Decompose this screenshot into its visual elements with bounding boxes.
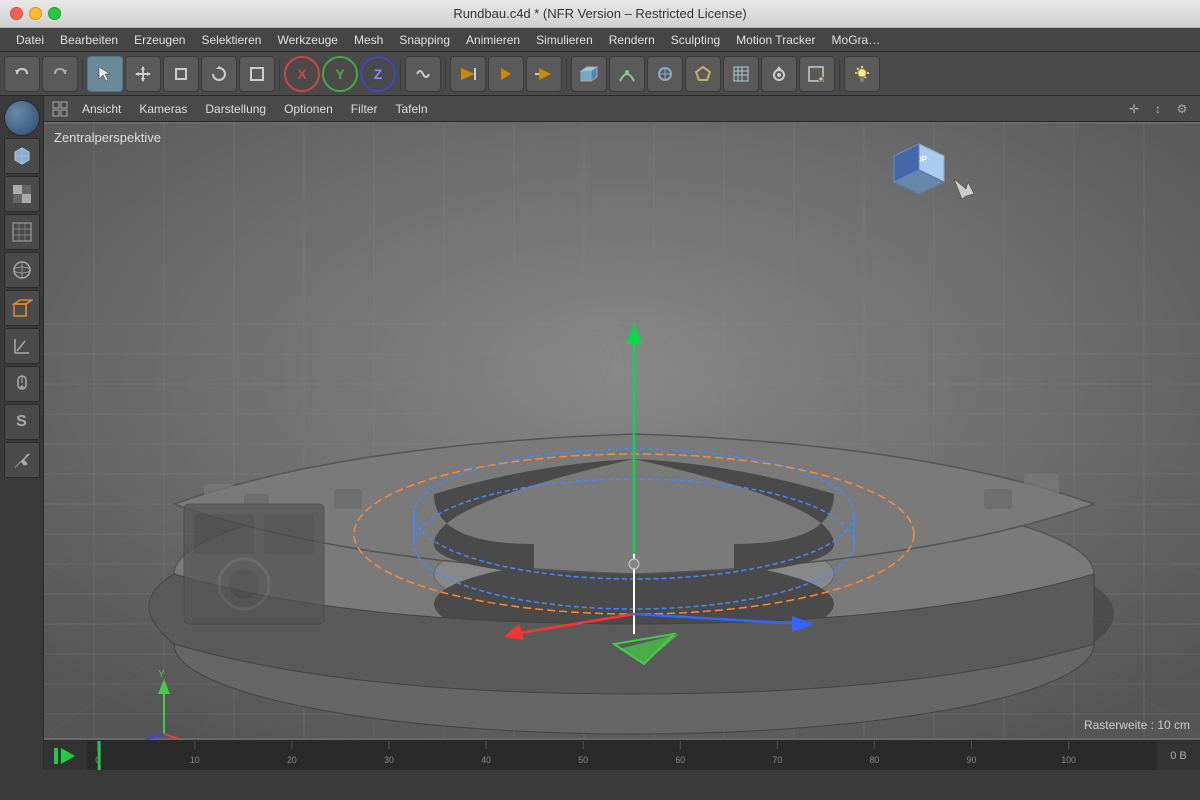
sphere-tool[interactable] <box>4 252 40 288</box>
camera-button[interactable] <box>761 56 797 92</box>
toolbar: X Y Z <box>0 52 1200 96</box>
viewport-settings-icon[interactable]: ⚙ <box>1172 99 1192 119</box>
render-button[interactable] <box>526 56 562 92</box>
viewport-grid-icon <box>52 101 68 117</box>
window-controls <box>10 7 61 20</box>
light-button[interactable] <box>844 56 880 92</box>
menu-datei[interactable]: Datei <box>8 31 52 49</box>
timeline-play-area <box>44 741 88 770</box>
svg-text:50: 50 <box>578 755 588 765</box>
play-icon <box>53 746 79 766</box>
axis-x-button[interactable]: X <box>284 56 320 92</box>
separator-1 <box>82 59 83 89</box>
raster-info: Rasterweite : 10 cm <box>1084 718 1190 732</box>
s-tool[interactable]: S <box>4 404 40 440</box>
vp-filter[interactable]: Filter <box>343 100 386 118</box>
redo-button[interactable] <box>42 56 78 92</box>
close-button[interactable] <box>10 7 23 20</box>
separator-2 <box>279 59 280 89</box>
globe-tool[interactable] <box>4 100 40 136</box>
frame-counter: 0 B <box>1156 741 1200 770</box>
vp-optionen[interactable]: Optionen <box>276 100 341 118</box>
axis-z-button[interactable]: Z <box>360 56 396 92</box>
maximize-button[interactable] <box>48 7 61 20</box>
svg-text:30: 30 <box>384 755 394 765</box>
select-tool-button[interactable] <box>87 56 123 92</box>
grid-tool[interactable] <box>4 214 40 250</box>
menubar: Datei Bearbeiten Erzeugen Selektieren We… <box>0 28 1200 52</box>
menu-simulieren[interactable]: Simulieren <box>528 31 601 49</box>
minimize-button[interactable] <box>29 7 42 20</box>
menu-erzeugen[interactable]: Erzeugen <box>126 31 193 49</box>
object-list-button[interactable] <box>647 56 683 92</box>
render-settings-button[interactable] <box>799 56 835 92</box>
timeline-svg: 0 10 20 30 40 50 60 70 <box>88 741 1156 770</box>
coordinate-button[interactable] <box>405 56 441 92</box>
viewport-label: Zentralperspektive <box>54 130 161 145</box>
separator-6 <box>839 59 840 89</box>
titlebar: Rundbau.c4d * (NFR Version – Restricted … <box>0 0 1200 28</box>
viewport-icons: ✛ ↕ ⚙ <box>1124 99 1192 119</box>
svg-text:70: 70 <box>772 755 782 765</box>
vp-tafeln[interactable]: Tafeln <box>387 100 435 118</box>
menu-selektieren[interactable]: Selektieren <box>193 31 269 49</box>
axis-y-button[interactable]: Y <box>322 56 358 92</box>
viewport-arrange-icon[interactable]: ↕ <box>1148 99 1168 119</box>
perspective-view-button[interactable] <box>571 56 607 92</box>
svg-text:90: 90 <box>967 755 977 765</box>
rotate-tool-button[interactable] <box>201 56 237 92</box>
viewport-expand-icon[interactable]: ✛ <box>1124 99 1144 119</box>
viewport-container: Ansicht Kameras Darstellung Optionen Fil… <box>44 96 1200 770</box>
svg-text:60: 60 <box>675 755 685 765</box>
material-button[interactable] <box>685 56 721 92</box>
texture-button[interactable] <box>723 56 759 92</box>
menu-sculpting[interactable]: Sculpting <box>663 31 728 49</box>
object-mode-button[interactable] <box>239 56 275 92</box>
main-area: S Ansicht Kameras Darstellung Optionen F… <box>0 96 1200 770</box>
wrench-tool[interactable] <box>4 442 40 478</box>
move-tool-button[interactable] <box>125 56 161 92</box>
svg-text:20: 20 <box>287 755 297 765</box>
separator-3 <box>400 59 401 89</box>
menu-mograph[interactable]: MoGra… <box>824 31 889 49</box>
sidebar: S <box>0 96 44 770</box>
render-preview-button[interactable] <box>450 56 486 92</box>
svg-text:100: 100 <box>1061 755 1076 765</box>
menu-rendern[interactable]: Rendern <box>601 31 663 49</box>
menu-werkzeuge[interactable]: Werkzeuge <box>269 31 345 49</box>
scene-svg: Y X Z TOP <box>44 122 1200 740</box>
snap-button[interactable] <box>609 56 645 92</box>
mouse-tool[interactable] <box>4 366 40 402</box>
svg-text:80: 80 <box>870 755 880 765</box>
undo-button[interactable] <box>4 56 40 92</box>
viewport[interactable]: Y X Z TOP Zentralperspektive <box>44 122 1200 740</box>
svg-text:40: 40 <box>481 755 491 765</box>
vp-kameras[interactable]: Kameras <box>131 100 195 118</box>
timeline: 0 10 20 30 40 50 60 70 <box>44 740 1200 770</box>
window-title: Rundbau.c4d * (NFR Version – Restricted … <box>453 6 746 21</box>
svg-text:Y: Y <box>158 669 165 680</box>
menu-snapping[interactable]: Snapping <box>391 31 458 49</box>
menu-bearbeiten[interactable]: Bearbeiten <box>52 31 126 49</box>
menu-animieren[interactable]: Animieren <box>458 31 528 49</box>
separator-5 <box>566 59 567 89</box>
vp-ansicht[interactable]: Ansicht <box>74 100 129 118</box>
cube-tool[interactable] <box>4 138 40 174</box>
viewport-toolbar: Ansicht Kameras Darstellung Optionen Fil… <box>44 96 1200 122</box>
svg-text:10: 10 <box>190 755 200 765</box>
play-button[interactable] <box>488 56 524 92</box>
menu-motion-tracker[interactable]: Motion Tracker <box>728 31 823 49</box>
scale-tool-button[interactable] <box>163 56 199 92</box>
box-tool[interactable] <box>4 290 40 326</box>
vp-darstellung[interactable]: Darstellung <box>197 100 274 118</box>
separator-4 <box>445 59 446 89</box>
menu-mesh[interactable]: Mesh <box>346 31 391 49</box>
timeline-track[interactable]: 0 10 20 30 40 50 60 70 <box>88 741 1156 770</box>
angle-tool[interactable] <box>4 328 40 364</box>
checker-tool[interactable] <box>4 176 40 212</box>
